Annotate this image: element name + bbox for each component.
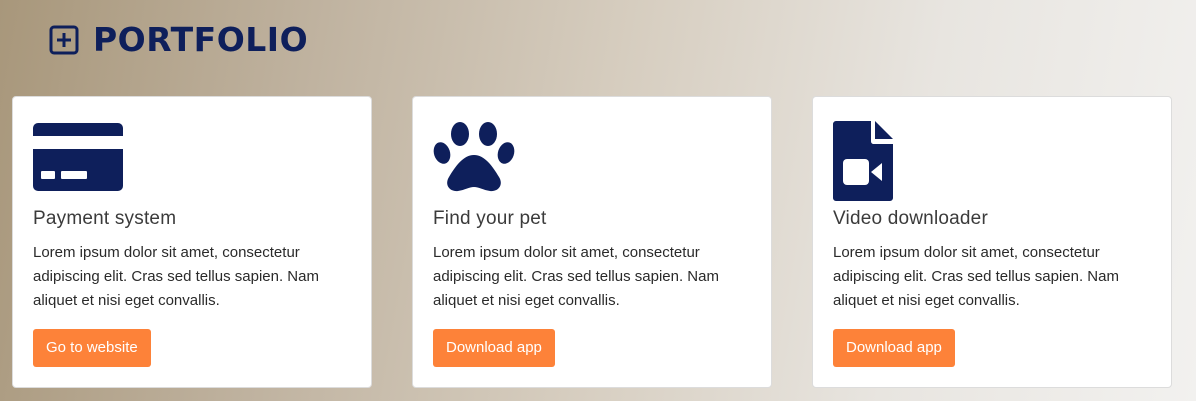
card-description: Lorem ipsum dolor sit amet, consectetur … — [433, 244, 719, 309]
card-title: Video downloader — [833, 208, 988, 229]
card-description: Lorem ipsum dolor sit amet, consectetur … — [33, 244, 319, 309]
card-title: Find your pet — [433, 208, 547, 229]
file-video-icon — [833, 121, 893, 201]
card-description: Lorem ipsum dolor sit amet, consectetur … — [833, 244, 1119, 309]
go-to-website-button[interactable]: Go to website — [33, 329, 151, 367]
plus-square-icon — [49, 25, 79, 55]
portfolio-header: PORTFOLIO — [49, 20, 308, 60]
portfolio-card-payment: Payment system Lorem ipsum dolor sit ame… — [12, 96, 372, 388]
page-title: PORTFOLIO — [93, 20, 309, 59]
download-app-button[interactable]: Download app — [833, 329, 955, 367]
portfolio-card-pet: Find your pet Lorem ipsum dolor sit amet… — [412, 96, 772, 388]
portfolio-card-video: Video downloader Lorem ipsum dolor sit a… — [812, 96, 1172, 388]
download-app-button[interactable]: Download app — [433, 329, 555, 367]
credit-card-icon — [33, 123, 123, 191]
card-title: Payment system — [33, 208, 177, 229]
paw-icon — [433, 122, 515, 192]
